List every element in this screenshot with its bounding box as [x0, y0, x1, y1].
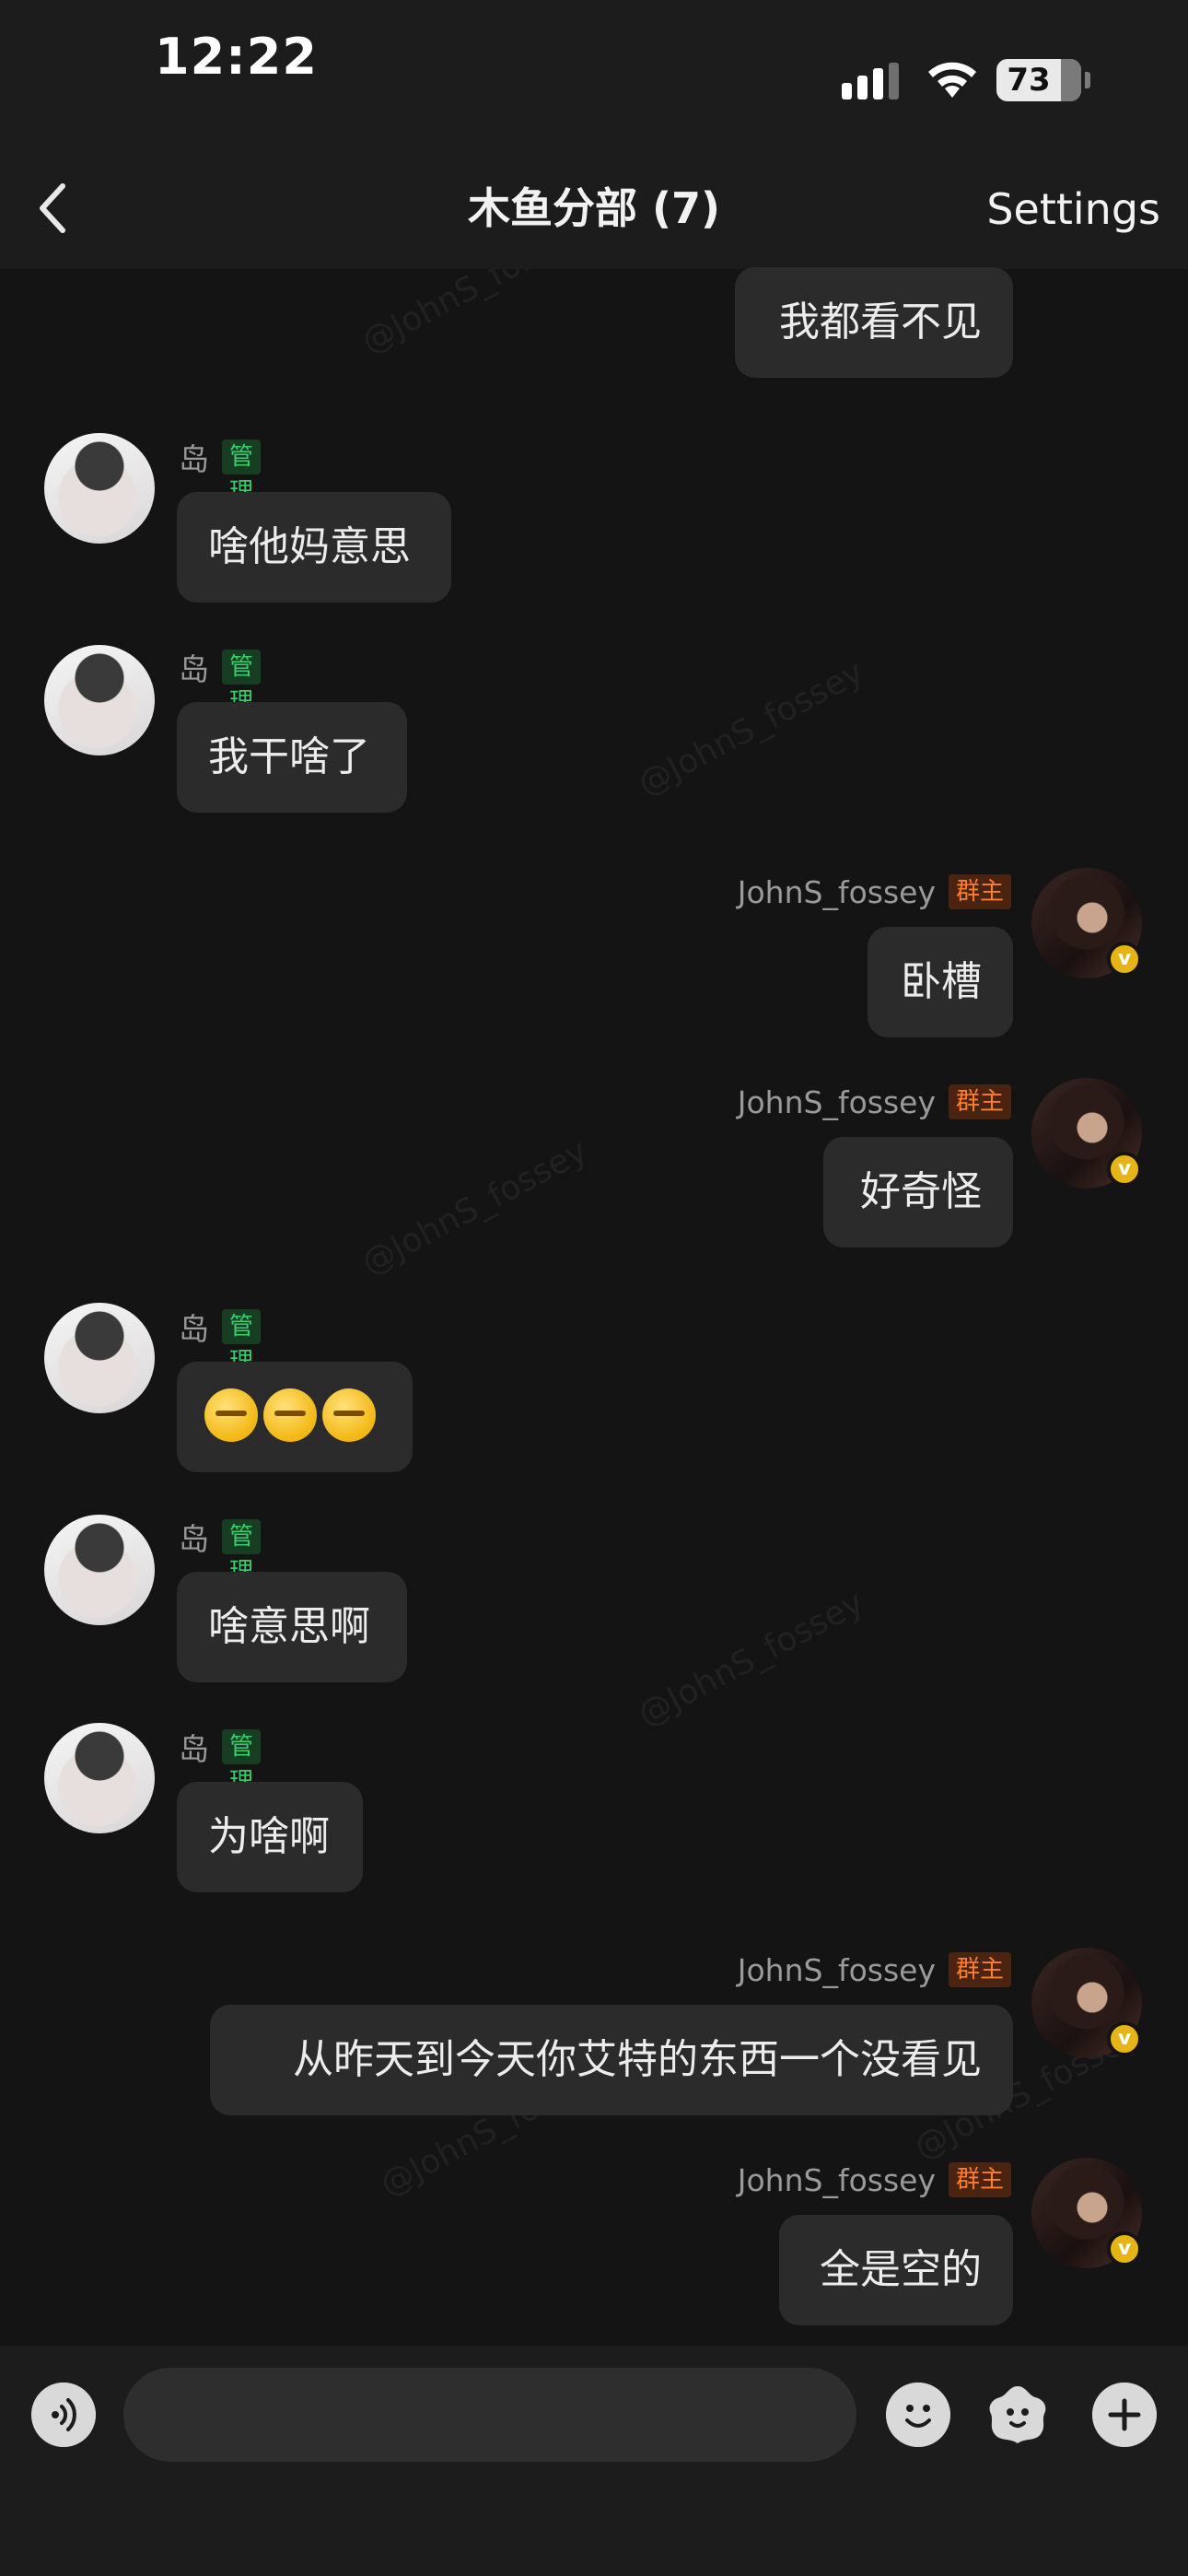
thinking-face-icon: [322, 1388, 376, 1442]
verified-badge-icon: v: [1107, 2231, 1142, 2266]
owner-tag: 群主: [948, 874, 1011, 909]
cellular-signal-icon: [842, 63, 903, 100]
sender-name: 岛: [179, 441, 209, 477]
battery-nub: [1085, 72, 1090, 88]
sender-name: 岛: [179, 1731, 209, 1767]
sender-row: 岛 管理员: [179, 1306, 262, 1411]
battery-level: 73: [1007, 62, 1051, 99]
verified-badge-icon: v: [1107, 942, 1142, 977]
sender-name: 岛: [179, 1521, 209, 1557]
sender-row: 岛 管理员: [179, 1727, 262, 1831]
wifi-icon: [928, 62, 976, 98]
message-bubble[interactable]: 卧槽: [868, 927, 1013, 1037]
sender-name: 岛: [179, 651, 209, 687]
sender-name: 岛: [179, 1311, 209, 1347]
message-bubble[interactable]: 啥他妈意思: [177, 492, 451, 603]
admin-tag: 管理员: [222, 1519, 262, 1621]
message-bubble[interactable]: 我干啥了: [177, 702, 407, 813]
owner-tag: 群主: [948, 2162, 1011, 2197]
status-time: 12:22: [155, 28, 318, 86]
admin-tag: 管理员: [222, 650, 262, 751]
message-bubble[interactable]: 啥意思啊: [177, 1572, 407, 1682]
message-bubble[interactable]: 我都看不见: [735, 267, 1013, 378]
message-bubble[interactable]: 从昨天到今天你艾特的东西一个没看见: [210, 2005, 1013, 2115]
voice-icon[interactable]: [31, 2383, 96, 2447]
message-bubble[interactable]: 为啥啊: [177, 1782, 363, 1892]
sender-row: JohnS_fossey 群主: [553, 2160, 1011, 2200]
avatar[interactable]: [44, 1303, 155, 1413]
chat-title: 木鱼分部 (7): [467, 183, 721, 233]
avatar[interactable]: [44, 1723, 155, 1833]
admin-tag: 管理员: [222, 1309, 262, 1411]
verified-badge-icon: v: [1107, 1152, 1142, 1187]
avatar[interactable]: [44, 433, 155, 544]
battery-icon: 73: [996, 59, 1081, 101]
watermark: @JohnS_fossey: [355, 1131, 594, 1283]
avatar[interactable]: [44, 1515, 155, 1625]
sender-name: JohnS_fossey: [737, 873, 936, 910]
message-bubble[interactable]: 全是空的: [779, 2215, 1013, 2325]
sender-row: JohnS_fossey 群主: [553, 1950, 1011, 1990]
thinking-face-icon: [263, 1388, 317, 1442]
admin-tag: 管理员: [222, 439, 262, 541]
sender-row: 岛 管理员: [179, 437, 262, 541]
watermark: @JohnS_fossey: [632, 1583, 870, 1735]
settings-button[interactable]: Settings: [986, 184, 1160, 234]
top-bar: 12:22 73 木鱼分部 (7) Settings: [0, 0, 1188, 269]
avatar[interactable]: [44, 645, 155, 755]
admin-tag: 管理员: [222, 1729, 262, 1831]
sender-row: JohnS_fossey 群主: [553, 872, 1011, 912]
sticker-icon[interactable]: [985, 2383, 1050, 2447]
sender-name: JohnS_fossey: [737, 1083, 936, 1120]
thinking-face-icon: [204, 1388, 258, 1442]
owner-tag: 群主: [948, 1084, 1011, 1119]
sender-row: 岛 管理员: [179, 647, 262, 751]
watermark: @JohnS_fossey: [632, 652, 870, 804]
verified-badge-icon: v: [1107, 2021, 1142, 2056]
back-chevron-icon[interactable]: [22, 171, 87, 245]
sender-row: JohnS_fossey 群主: [553, 1082, 1011, 1122]
sender-name: JohnS_fossey: [737, 2161, 936, 2198]
plus-icon[interactable]: [1092, 2383, 1157, 2447]
message-bubble[interactable]: 好奇怪: [823, 1137, 1013, 1247]
owner-tag: 群主: [948, 1952, 1011, 1987]
sender-name: JohnS_fossey: [737, 1951, 936, 1988]
message-bubble[interactable]: [177, 1362, 413, 1472]
smile-icon[interactable]: [886, 2383, 950, 2447]
message-input[interactable]: [123, 2368, 856, 2462]
sender-row: 岛 管理员: [179, 1516, 262, 1621]
